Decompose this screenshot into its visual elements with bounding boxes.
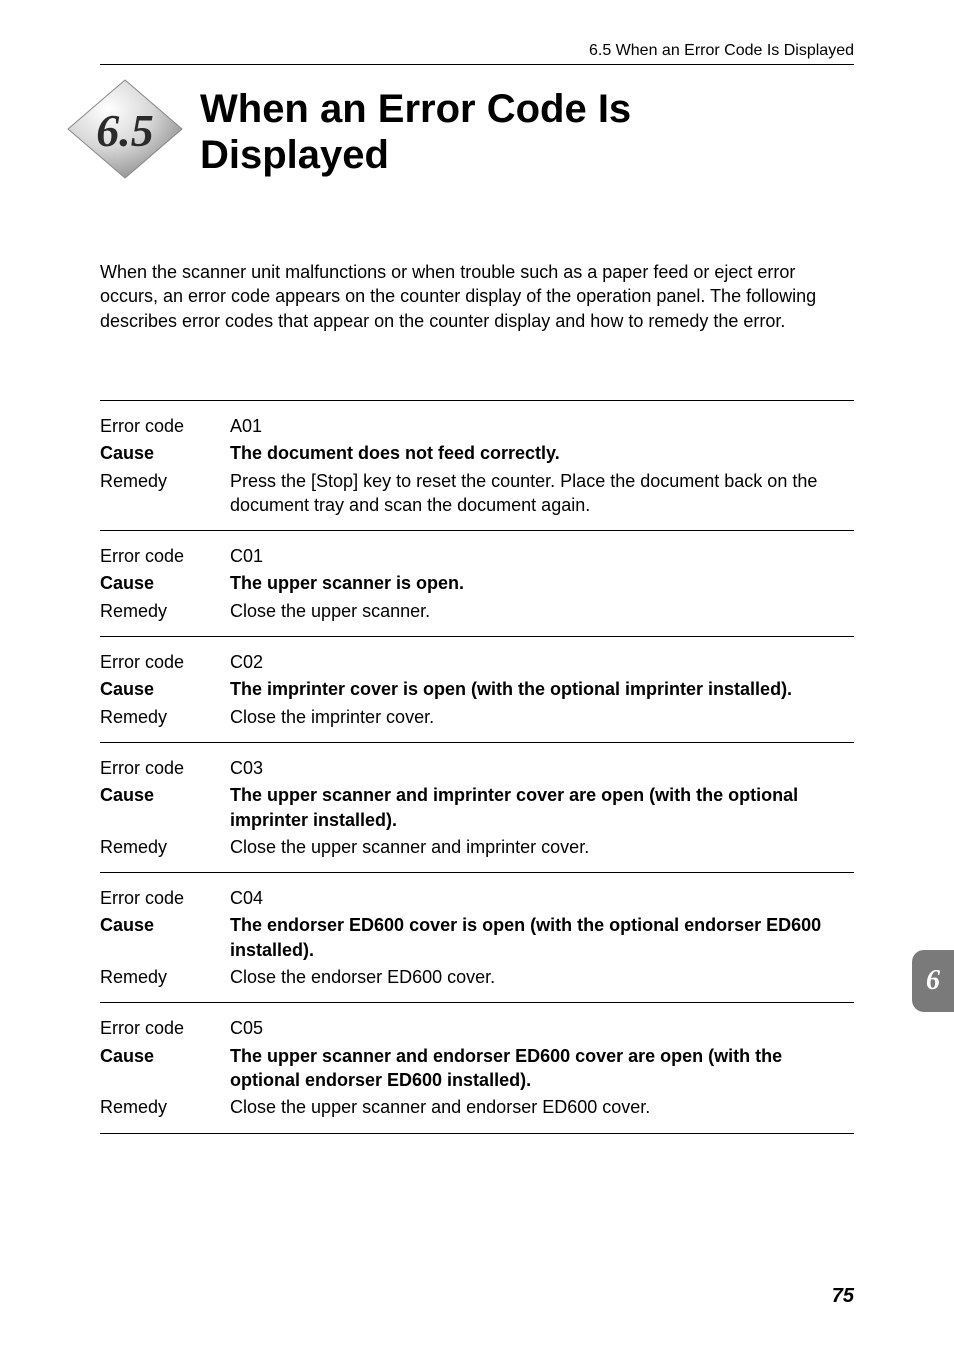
error-remedy-label: Remedy <box>100 599 230 623</box>
error-row: CauseThe upper scanner and endorser ED60… <box>100 1044 854 1093</box>
error-code-value: C04 <box>230 886 854 910</box>
error-row: Error codeC03 <box>100 756 854 780</box>
error-code-label: Error code <box>100 650 230 674</box>
section-title-line-2: Displayed <box>200 133 389 177</box>
error-cause-label: Cause <box>100 1044 230 1068</box>
chapter-tab-number: 6 <box>926 965 940 997</box>
error-remedy-value: Close the upper scanner. <box>230 599 854 623</box>
error-cause-label: Cause <box>100 783 230 807</box>
error-cause-label: Cause <box>100 677 230 701</box>
section-number-text: 6.5 <box>96 105 154 156</box>
error-row: CauseThe endorser ED600 cover is open (w… <box>100 913 854 962</box>
error-row: RemedyClose the upper scanner and imprin… <box>100 835 854 859</box>
error-row: CauseThe upper scanner is open. <box>100 571 854 595</box>
error-remedy-label: Remedy <box>100 469 230 493</box>
error-row: RemedyClose the upper scanner and endors… <box>100 1095 854 1119</box>
error-code-value: A01 <box>230 414 854 438</box>
error-remedy-value: Close the endorser ED600 cover. <box>230 965 854 989</box>
error-remedy-value: Close the upper scanner and imprinter co… <box>230 835 854 859</box>
section-title-line-1: When an Error Code Is <box>200 87 631 131</box>
error-code-value: C03 <box>230 756 854 780</box>
error-remedy-value: Close the upper scanner and endorser ED6… <box>230 1095 854 1119</box>
error-code-label: Error code <box>100 886 230 910</box>
error-cause-value: The document does not feed correctly. <box>230 441 854 465</box>
error-row: CauseThe imprinter cover is open (with t… <box>100 677 854 701</box>
error-code-label: Error code <box>100 414 230 438</box>
error-cause-label: Cause <box>100 571 230 595</box>
error-cause-value: The upper scanner and imprinter cover ar… <box>230 783 854 832</box>
error-remedy-value: Press the [Stop] key to reset the counte… <box>230 469 854 518</box>
error-block: Error codeC01CauseThe upper scanner is o… <box>100 530 854 636</box>
error-block: Error codeA01CauseThe document does not … <box>100 400 854 530</box>
error-row: RemedyClose the imprinter cover. <box>100 705 854 729</box>
error-block: Error codeC04CauseThe endorser ED600 cov… <box>100 872 854 1002</box>
intro-paragraph: When the scanner unit malfunctions or wh… <box>100 260 854 333</box>
error-row: CauseThe upper scanner and imprinter cov… <box>100 783 854 832</box>
error-remedy-label: Remedy <box>100 1095 230 1119</box>
page-number: 75 <box>832 1285 854 1308</box>
error-row: RemedyClose the upper scanner. <box>100 599 854 623</box>
error-row: CauseThe document does not feed correctl… <box>100 441 854 465</box>
error-code-value: C01 <box>230 544 854 568</box>
section-number-badge: 6.5 <box>60 74 190 184</box>
running-header: 6.5 When an Error Code Is Displayed <box>100 42 854 65</box>
error-cause-label: Cause <box>100 441 230 465</box>
error-cause-value: The endorser ED600 cover is open (with t… <box>230 913 854 962</box>
error-row: Error codeC02 <box>100 650 854 674</box>
error-row: Error codeC04 <box>100 886 854 910</box>
section-title: When an Error Code Is Displayed <box>200 86 631 178</box>
error-code-label: Error code <box>100 544 230 568</box>
error-code-list: Error codeA01CauseThe document does not … <box>100 400 854 1134</box>
error-row: RemedyClose the endorser ED600 cover. <box>100 965 854 989</box>
error-row: Error codeC01 <box>100 544 854 568</box>
error-remedy-label: Remedy <box>100 835 230 859</box>
error-code-value: C05 <box>230 1016 854 1040</box>
error-block: Error codeC03CauseThe upper scanner and … <box>100 742 854 872</box>
error-row: Error codeC05 <box>100 1016 854 1040</box>
chapter-tab: 6 <box>912 950 954 1012</box>
error-remedy-value: Close the imprinter cover. <box>230 705 854 729</box>
error-cause-label: Cause <box>100 913 230 937</box>
error-cause-value: The upper scanner and endorser ED600 cov… <box>230 1044 854 1093</box>
error-code-label: Error code <box>100 756 230 780</box>
error-row: Error codeA01 <box>100 414 854 438</box>
error-cause-value: The imprinter cover is open (with the op… <box>230 677 854 701</box>
error-remedy-label: Remedy <box>100 705 230 729</box>
error-remedy-label: Remedy <box>100 965 230 989</box>
error-code-value: C02 <box>230 650 854 674</box>
error-code-label: Error code <box>100 1016 230 1040</box>
error-row: RemedyPress the [Stop] key to reset the … <box>100 469 854 518</box>
error-block: Error codeC02CauseThe imprinter cover is… <box>100 636 854 742</box>
error-block: Error codeC05CauseThe upper scanner and … <box>100 1002 854 1133</box>
error-cause-value: The upper scanner is open. <box>230 571 854 595</box>
